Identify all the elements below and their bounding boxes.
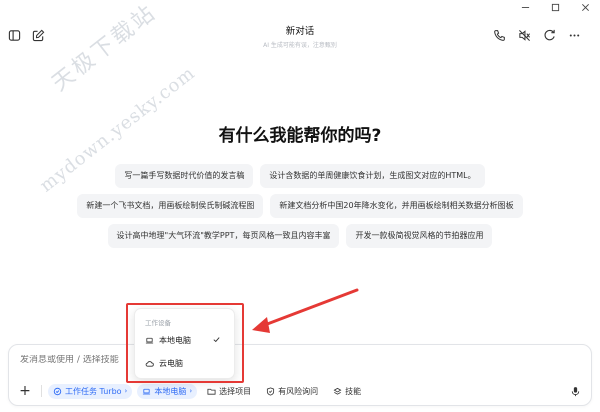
microphone-icon [571,386,579,396]
close-button[interactable] [570,0,600,14]
suggestion-chip[interactable]: 设计含数据的单周健康饮食计划，生成图文对应的HTML。 [260,164,485,188]
suggestion-chip[interactable]: 新建文档分析中国20年降水变化，并用画板绘制相关数据分析图板 [270,194,523,218]
task-mode-pill[interactable]: 工作任务 Turbo › [48,383,133,399]
call-button[interactable] [491,27,507,43]
task-icon [53,387,62,395]
more-icon [569,33,579,37]
suggestion-list: 写一篇手写数据时代价值的发言稿 设计含数据的单周健康饮食计划，生成图文对应的HT… [0,164,600,254]
task-mode-label: 工作任务 Turbo [65,386,122,396]
mute-button[interactable] [516,27,532,43]
risk-label: 有风险询问 [278,386,319,396]
composer-toolbar: + 工作任务 Turbo › 本地电脑 › 选择项目 有风险询问 技能 [17,382,583,400]
message-composer: + 工作任务 Turbo › 本地电脑 › 选择项目 有风险询问 技能 [8,344,592,406]
suggestion-chip[interactable]: 写一篇手写数据时代价值的发言稿 [115,164,254,188]
chevron-right-icon: › [124,387,128,395]
suggestion-row: 设计高中地理"大气环流"教学PPT，每页风格一致且内容丰富 开发一款极简视觉风格… [0,224,600,248]
chat-header: 新对话 AI 生成可能有误，注意甄别 [0,18,600,54]
suggestion-chip[interactable]: 设计高中地理"大气环流"教学PPT，每页风格一致且内容丰富 [107,224,340,248]
suggestion-chip[interactable]: 新建一个飞书文档，用画板绘制侯氏制碱流程图 [77,194,264,218]
project-label: 选择项目 [219,386,252,396]
layers-icon [333,387,342,395]
minimize-icon [521,6,529,8]
refresh-icon [544,29,555,40]
maximize-button[interactable] [540,0,570,14]
folder-icon [207,388,216,395]
device-pill[interactable]: 本地电脑 › [137,383,198,399]
hero-heading: 有什么我能帮你的吗? [218,126,382,146]
refresh-button[interactable] [541,27,557,43]
skill-label: 技能 [345,386,362,396]
minimize-button[interactable] [510,0,540,14]
window-controls [510,0,600,14]
chevron-right-icon: › [189,387,193,395]
toolbar-divider [41,385,42,397]
laptop-icon [143,388,151,394]
more-button[interactable] [566,27,582,43]
skill-pill[interactable]: 技能 [328,384,366,399]
phone-icon [493,29,505,41]
add-attachment-button[interactable]: + [17,383,33,399]
close-icon [581,3,589,11]
suggestion-chip[interactable]: 开发一款极简视觉风格的节拍器应用 [346,224,493,248]
voice-input-button[interactable] [567,383,583,399]
project-pill[interactable]: 选择项目 [202,384,256,399]
annotation-highlight-box [126,303,244,383]
suggestion-row: 写一篇手写数据时代价值的发言稿 设计含数据的单周健康饮食计划，生成图文对应的HT… [0,164,600,188]
shield-check-icon [267,386,275,396]
mute-icon [518,29,530,41]
device-label: 本地电脑 [154,386,187,396]
maximize-icon [551,3,559,11]
risk-pill[interactable]: 有风险询问 [261,384,323,399]
suggestion-row: 新建一个飞书文档，用画板绘制侯氏制碱流程图 新建文档分析中国20年降水变化，并用… [0,194,600,218]
